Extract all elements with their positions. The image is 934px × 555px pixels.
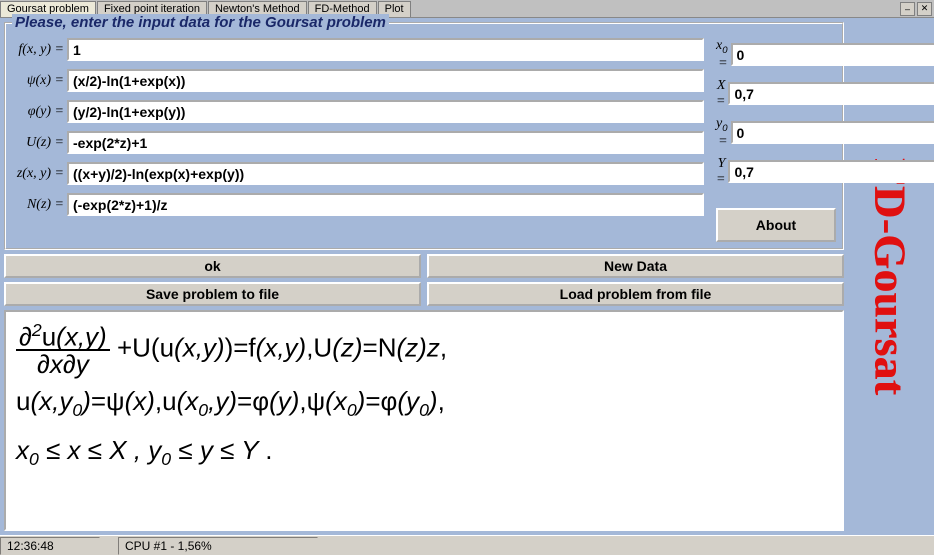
ok-button[interactable]: ok (4, 254, 421, 278)
U-label: U(z) = (12, 135, 64, 151)
phi-label: φ(y) = (12, 104, 64, 120)
X-label: X = (716, 78, 725, 110)
Y-input[interactable] (728, 160, 934, 183)
load-button[interactable]: Load problem from file (427, 282, 844, 306)
bounds-column: x0 = X = y0 = Y = About (716, 32, 836, 242)
x0-label: x0 = (716, 38, 728, 72)
z-input[interactable] (67, 162, 704, 185)
function-fields: f(x, y) = ψ(x) = φ(y) = U(z) = z(x, y) =… (12, 32, 704, 242)
button-row-1: ok New Data (4, 254, 844, 278)
close-button[interactable]: ✕ (917, 2, 932, 16)
f-label: f(x, y) = (12, 42, 64, 58)
group-title: Please, enter the input data for the Gou… (12, 14, 389, 31)
phi-input[interactable] (67, 100, 704, 123)
app-window: Goursat problem Fixed point iteration Ne… (0, 0, 934, 555)
main-panel: Please, enter the input data for the Gou… (4, 22, 844, 531)
Y-label: Y = (716, 156, 725, 188)
N-input[interactable] (67, 193, 704, 216)
psi-input[interactable] (67, 69, 704, 92)
U-input[interactable] (67, 131, 704, 154)
status-bar: 12:36:48 CPU #1 - 1,56% (0, 535, 934, 555)
new-data-button[interactable]: New Data (427, 254, 844, 278)
equation-panel: ∂2u(x,y)∂x∂y +U(u(x,y))=f(x,y),U(z)=N(z)… (4, 310, 844, 531)
N-label: N(z) = (12, 197, 64, 213)
psi-label: ψ(x) = (12, 73, 64, 89)
f-input[interactable] (67, 38, 704, 61)
status-time: 12:36:48 (0, 537, 100, 555)
X-input[interactable] (728, 82, 934, 105)
save-button[interactable]: Save problem to file (4, 282, 421, 306)
z-label: z(x, y) = (12, 166, 64, 182)
y0-input[interactable] (731, 121, 934, 144)
brand-text: FD-Goursat (865, 158, 916, 395)
y0-label: y0 = (716, 116, 728, 150)
input-group: Please, enter the input data for the Gou… (4, 22, 844, 250)
minimize-button[interactable]: – (900, 2, 915, 16)
status-cpu: CPU #1 - 1,56% (118, 537, 318, 555)
x0-input[interactable] (731, 43, 934, 66)
about-button[interactable]: About (716, 208, 836, 242)
client-area: Please, enter the input data for the Gou… (0, 18, 934, 535)
button-row-2: Save problem to file Load problem from f… (4, 282, 844, 306)
